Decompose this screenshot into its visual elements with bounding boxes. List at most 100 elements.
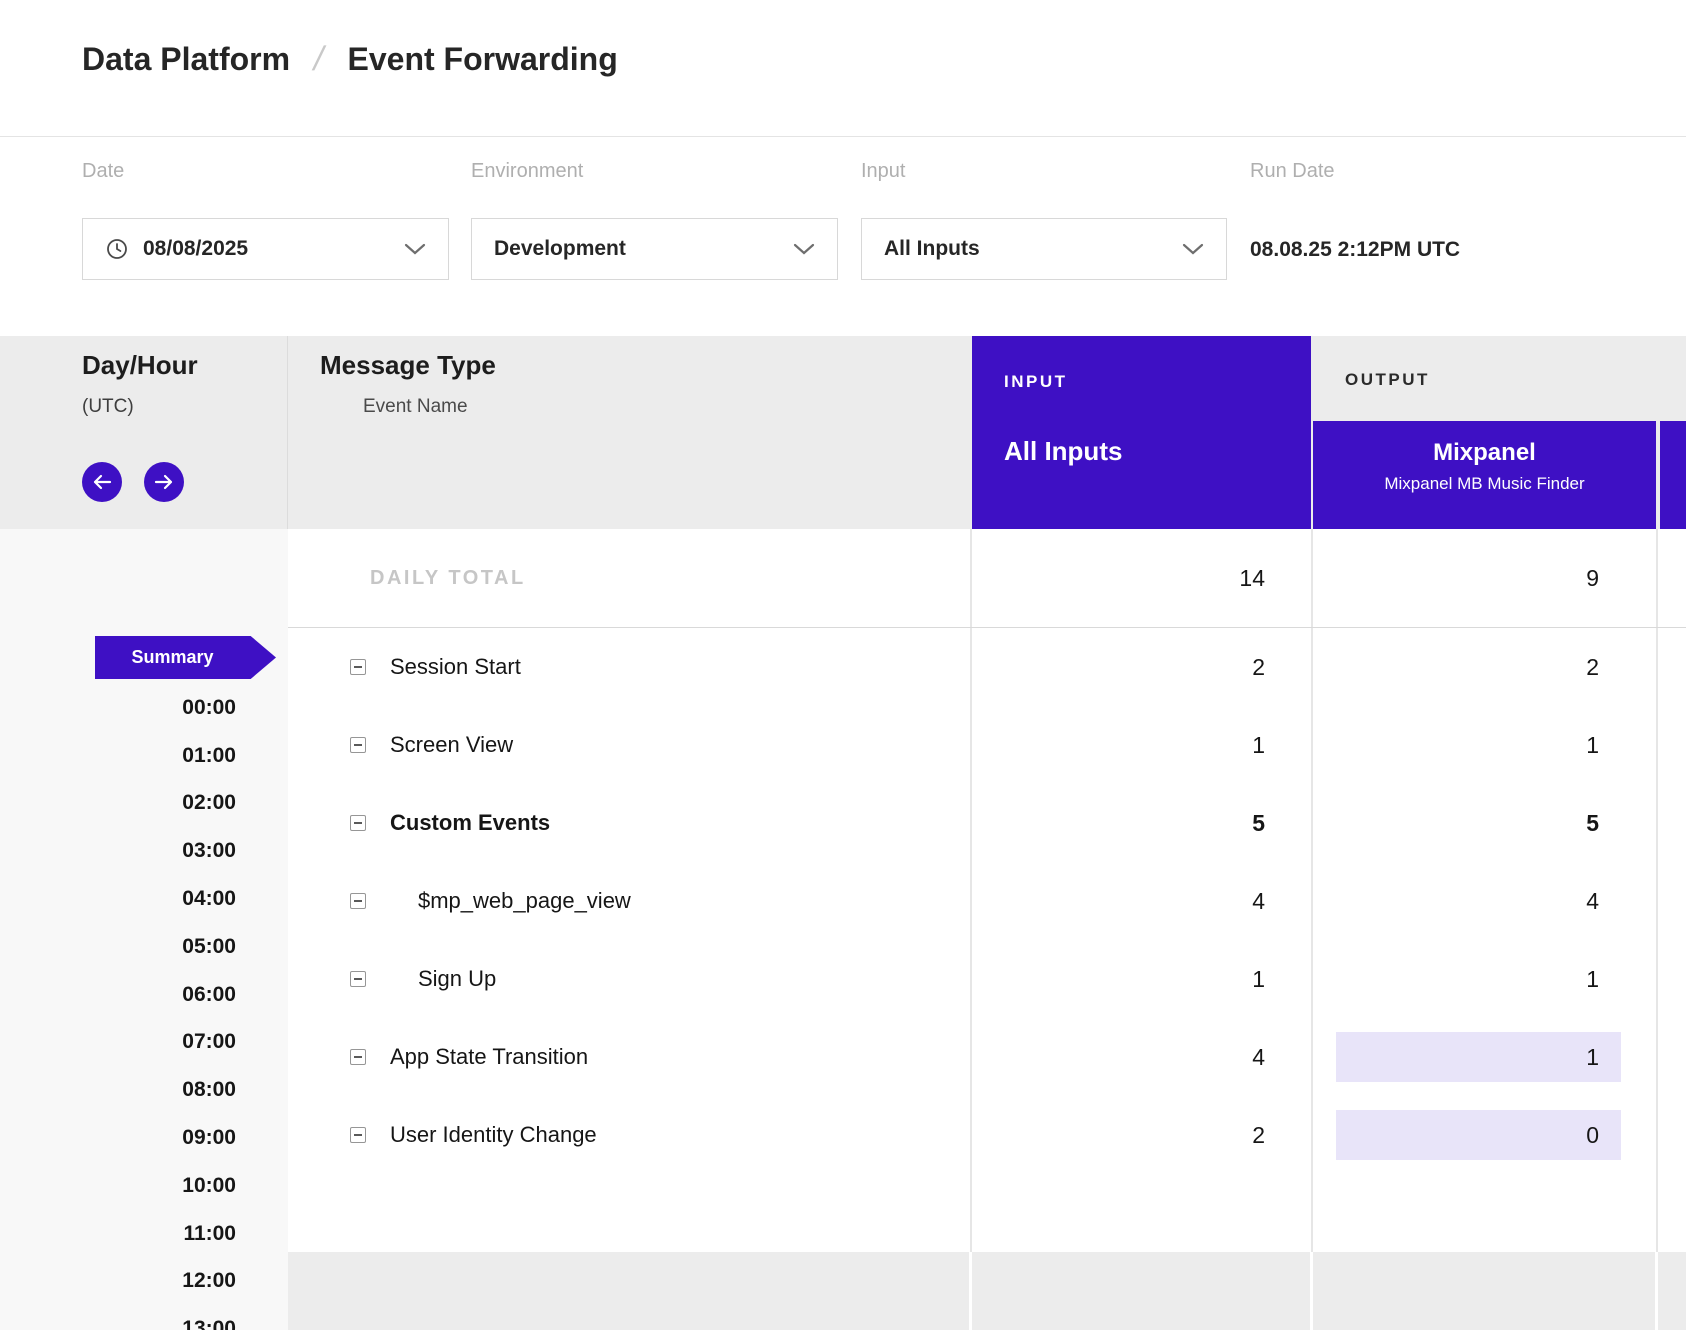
date-value: 08/08/2025 [143, 237, 404, 261]
hour-row-07:00[interactable]: 07:00 [0, 1019, 288, 1067]
input-count: 5 [980, 798, 1265, 848]
event-row: User Identity Change 2 0 [288, 1096, 1686, 1174]
output-count: 1 [1336, 1032, 1621, 1082]
collapse-toggle-icon[interactable] [350, 971, 366, 987]
output-column-subtitle: Mixpanel MB Music Finder [1313, 474, 1656, 494]
date-select[interactable]: 08/08/2025 [82, 218, 449, 280]
day-hour-subtitle: (UTC) [82, 396, 134, 418]
environment-value: Development [494, 237, 793, 261]
collapse-toggle-icon[interactable] [350, 737, 366, 753]
event-name: Custom Events [390, 784, 550, 862]
input-select[interactable]: All Inputs [861, 218, 1227, 280]
filter-bar: Date 08/08/2025 Environment Development [0, 137, 1686, 336]
run-date: Run Date 08.08.25 2:12PM UTC [1250, 160, 1460, 262]
environment-select[interactable]: Development [471, 218, 838, 280]
collapse-toggle-icon[interactable] [350, 815, 366, 831]
hour-row-03:00[interactable]: 03:00 [0, 827, 288, 875]
run-date-value: 08.08.25 2:12PM UTC [1250, 238, 1460, 262]
breadcrumb-separator: / [310, 40, 328, 79]
hour-row-06:00[interactable]: 06:00 [0, 971, 288, 1019]
output-column-name: Mixpanel [1313, 439, 1656, 467]
chevron-down-icon [793, 243, 815, 256]
hour-row-02:00[interactable]: 02:00 [0, 780, 288, 828]
hour-row-10:00[interactable]: 10:00 [0, 1162, 288, 1210]
event-row: App State Transition 4 1 [288, 1018, 1686, 1096]
output-count: 1 [1336, 720, 1621, 770]
hour-row-08:00[interactable]: 08:00 [0, 1066, 288, 1114]
collapse-toggle-icon[interactable] [350, 1049, 366, 1065]
daily-total-label: DAILY TOTAL [370, 529, 526, 627]
collapse-toggle-icon[interactable] [350, 659, 366, 675]
event-forwarding-page: Data Platform / Event Forwarding Date 08… [0, 0, 1686, 1330]
event-name: Screen View [390, 706, 513, 784]
input-filter: Input All Inputs [861, 160, 1227, 280]
input-column-label: INPUT [1004, 372, 1068, 392]
event-name: Session Start [390, 628, 521, 706]
chevron-down-icon [404, 243, 426, 256]
event-rows: Session Start 2 2 Screen View 1 1 Custom… [288, 628, 1686, 1174]
event-row: $mp_web_page_view 4 4 [288, 862, 1686, 940]
event-name: $mp_web_page_view [418, 862, 631, 940]
input-count: 2 [980, 642, 1265, 692]
input-value: All Inputs [884, 237, 1182, 261]
page-title: Event Forwarding [348, 41, 618, 78]
event-name: Sign Up [418, 940, 496, 1018]
input-count: 1 [980, 954, 1265, 1004]
hour-row-01:00[interactable]: 01:00 [0, 732, 288, 780]
event-row: Custom Events 5 5 [288, 784, 1686, 862]
input-count: 4 [980, 1032, 1265, 1082]
column-divider [1310, 1252, 1313, 1330]
collapse-toggle-icon[interactable] [350, 1127, 366, 1143]
collapse-toggle-icon[interactable] [350, 893, 366, 909]
breadcrumb: Data Platform / Event Forwarding [82, 40, 618, 79]
date-filter: Date 08/08/2025 [82, 160, 449, 280]
date-filter-label: Date [82, 160, 449, 184]
column-divider [969, 1252, 972, 1330]
summary-badge[interactable]: Summary [95, 636, 276, 679]
input-column-name: All Inputs [1004, 436, 1122, 467]
next-output-column-partial[interactable] [1660, 421, 1686, 529]
event-name: App State Transition [390, 1018, 588, 1096]
environment-filter-label: Environment [471, 160, 838, 184]
message-type-title: Message Type [320, 350, 496, 381]
output-count: 0 [1336, 1110, 1621, 1160]
daily-total-row: DAILY TOTAL 14 9 [288, 529, 1686, 628]
clock-icon [105, 237, 129, 261]
run-date-label: Run Date [1250, 160, 1460, 184]
output-count: 1 [1336, 954, 1621, 1004]
output-count: 5 [1336, 798, 1621, 848]
breadcrumb-section[interactable]: Data Platform [82, 41, 290, 78]
input-count: 1 [980, 720, 1265, 770]
chevron-down-icon [1182, 243, 1204, 256]
hour-row-12:00[interactable]: 12:00 [0, 1258, 288, 1306]
day-pager [82, 462, 184, 502]
column-divider [1655, 1252, 1658, 1330]
hour-row-05:00[interactable]: 05:00 [0, 923, 288, 971]
input-filter-label: Input [861, 160, 1227, 184]
output-count: 4 [1336, 876, 1621, 926]
output-column-header-mixpanel[interactable]: Mixpanel Mixpanel MB Music Finder [1313, 421, 1656, 529]
day-hour-title: Day/Hour [82, 350, 198, 381]
event-name-subtitle: Event Name [363, 396, 468, 418]
input-column-header[interactable]: INPUT All Inputs [972, 336, 1311, 529]
top-bar: Data Platform / Event Forwarding [0, 0, 1686, 137]
previous-day-button[interactable] [82, 462, 122, 502]
event-row: Sign Up 1 1 [288, 940, 1686, 1018]
hour-row-13:00[interactable]: 13:00 [0, 1305, 288, 1330]
environment-filter: Environment Development [471, 160, 838, 280]
input-count: 2 [980, 1110, 1265, 1160]
hour-row-09:00[interactable]: 09:00 [0, 1114, 288, 1162]
output-count: 2 [1336, 642, 1621, 692]
daily-total-input: 14 [980, 553, 1265, 603]
hour-row-04:00[interactable]: 04:00 [0, 875, 288, 923]
hour-row-11:00[interactable]: 11:00 [0, 1210, 288, 1258]
event-row: Session Start 2 2 [288, 628, 1686, 706]
event-row: Screen View 1 1 [288, 706, 1686, 784]
next-day-button[interactable] [144, 462, 184, 502]
output-column-label: OUTPUT [1345, 370, 1430, 390]
hour-row-00:00[interactable]: 00:00 [0, 684, 288, 732]
event-name: User Identity Change [390, 1096, 597, 1174]
input-count: 4 [980, 876, 1265, 926]
table-footer-band [288, 1252, 1686, 1330]
daily-total-output: 9 [1336, 553, 1621, 603]
